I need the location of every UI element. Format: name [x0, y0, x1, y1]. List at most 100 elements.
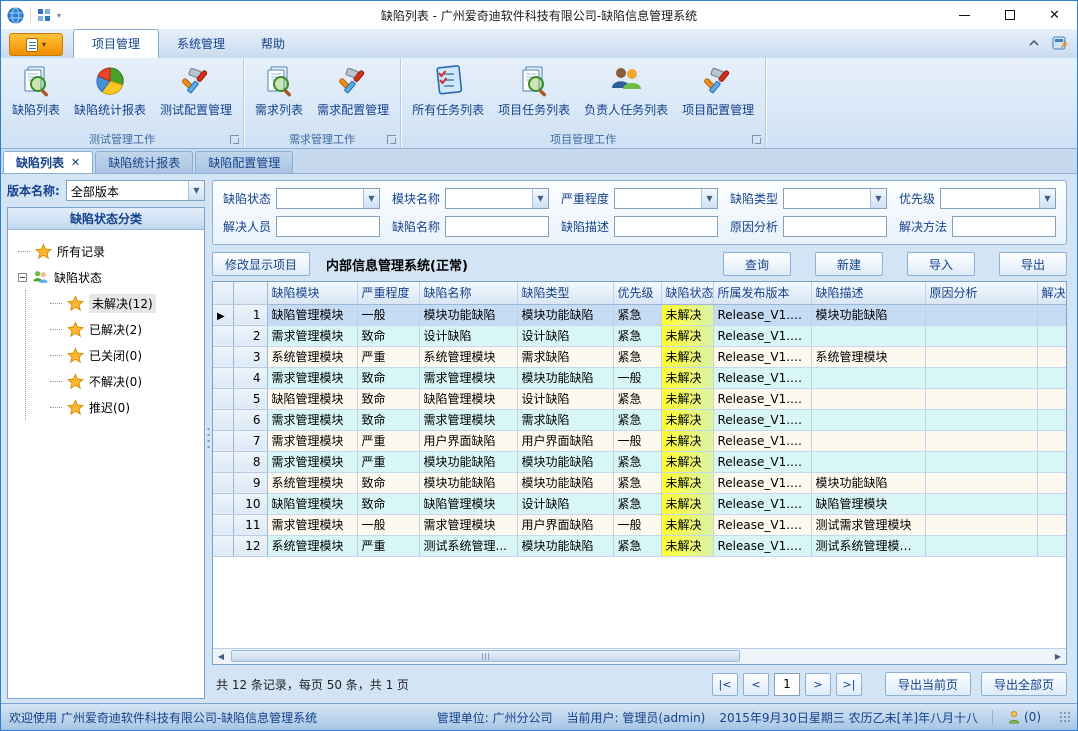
cell-优先级[interactable]: 紧急: [613, 346, 661, 367]
doc-tab-缺陷列表[interactable]: 缺陷列表✕: [3, 151, 93, 173]
cell-缺陷类型[interactable]: 需求缺陷: [517, 409, 613, 430]
ribbon-button-需求配置管理[interactable]: 需求配置管理: [310, 62, 396, 120]
cell-缺陷描述[interactable]: [811, 451, 925, 472]
cell-缺陷模块[interactable]: 缺陷管理模块: [267, 493, 357, 514]
cell-缺陷描述[interactable]: 测试需求管理模块: [811, 514, 925, 535]
export-current-page-button[interactable]: 导出当前页: [885, 672, 971, 696]
cell-解决方法[interactable]: [1037, 325, 1067, 346]
chevron-down-icon[interactable]: ▼: [363, 189, 379, 208]
cell-所属发布版本[interactable]: Release_V1.0.0: [713, 472, 811, 493]
cell-缺陷状态[interactable]: 未解决: [661, 493, 713, 514]
cell-缺陷类型[interactable]: 用户界面缺陷: [517, 514, 613, 535]
cell-缺陷类型[interactable]: 模块功能缺陷: [517, 451, 613, 472]
new-button[interactable]: 新建: [815, 252, 883, 276]
cell-缺陷模块[interactable]: 缺陷管理模块: [267, 388, 357, 409]
cell-缺陷模块[interactable]: 需求管理模块: [267, 514, 357, 535]
collapse-node-icon[interactable]: [18, 273, 27, 282]
tree-item-所有记录[interactable]: 所有记录: [18, 238, 202, 264]
table-row[interactable]: ▶1缺陷管理模块一般模块功能缺陷模块功能缺陷紧急未解决Release_V1.2.…: [213, 304, 1067, 325]
collapse-ribbon-icon[interactable]: [1028, 39, 1040, 47]
ribbon-button-需求列表[interactable]: 需求列表: [248, 62, 310, 120]
maximize-button[interactable]: [987, 2, 1032, 29]
doc-tab-缺陷配置管理[interactable]: 缺陷配置管理: [195, 151, 293, 173]
ribbon-button-项目任务列表[interactable]: 项目任务列表: [491, 62, 577, 120]
cell-解决方法[interactable]: [1037, 430, 1067, 451]
cell-缺陷模块[interactable]: 需求管理模块: [267, 367, 357, 388]
cell-缺陷描述[interactable]: 模块功能缺陷: [811, 472, 925, 493]
cell-缺陷状态[interactable]: 未解决: [661, 430, 713, 451]
row-selector[interactable]: [213, 325, 233, 346]
dialog-launcher-icon[interactable]: [752, 135, 761, 144]
cell-缺陷模块[interactable]: 需求管理模块: [267, 451, 357, 472]
cell-解决方法[interactable]: [1037, 535, 1067, 556]
cell-所属发布版本[interactable]: Release_V1.2.0: [713, 325, 811, 346]
cell-缺陷类型[interactable]: 设计缺陷: [517, 325, 613, 346]
cell-缺陷名称[interactable]: 系统管理模块: [419, 346, 517, 367]
cell-缺陷名称[interactable]: 用户界面缺陷: [419, 430, 517, 451]
cell-解决方法[interactable]: [1037, 346, 1067, 367]
cell-原因分析[interactable]: [925, 514, 1037, 535]
cell-缺陷描述[interactable]: [811, 367, 925, 388]
table-row[interactable]: 4需求管理模块致命需求管理模块模块功能缺陷一般未解决Release_V1.0.0: [213, 367, 1067, 388]
column-header-优先级[interactable]: 优先级: [613, 282, 661, 304]
cell-缺陷模块[interactable]: 系统管理模块: [267, 346, 357, 367]
cell-缺陷模块[interactable]: 系统管理模块: [267, 472, 357, 493]
cell-缺陷名称[interactable]: 缺陷管理模块: [419, 388, 517, 409]
horizontal-scrollbar[interactable]: ◀ ▶: [213, 648, 1066, 664]
cell-缺陷描述[interactable]: 测试系统管理模块...: [811, 535, 925, 556]
column-header-原因分析[interactable]: 原因分析: [925, 282, 1037, 304]
last-page-button[interactable]: >|: [836, 673, 862, 696]
cell-缺陷模块[interactable]: 系统管理模块: [267, 535, 357, 556]
row-selector[interactable]: [213, 430, 233, 451]
cell-优先级[interactable]: 紧急: [613, 472, 661, 493]
cell-原因分析[interactable]: [925, 346, 1037, 367]
cell-严重程度[interactable]: 严重: [357, 535, 419, 556]
column-header-缺陷名称[interactable]: 缺陷名称: [419, 282, 517, 304]
splitter-handle[interactable]: [205, 174, 212, 703]
cell-所属发布版本[interactable]: Release_V1.0.0: [713, 430, 811, 451]
table-row[interactable]: 10缺陷管理模块致命缺陷管理模块设计缺陷紧急未解决Release_V1.0.0缺…: [213, 493, 1067, 514]
cell-缺陷名称[interactable]: 模块功能缺陷: [419, 304, 517, 325]
filter-combobox-优先级[interactable]: ▼: [940, 188, 1056, 209]
cell-缺陷状态[interactable]: 未解决: [661, 367, 713, 388]
ribbon-button-所有任务列表[interactable]: 所有任务列表: [405, 62, 491, 120]
cell-缺陷描述[interactable]: 系统管理模块: [811, 346, 925, 367]
table-row[interactable]: 5缺陷管理模块致命缺陷管理模块设计缺陷紧急未解决Release_V1.0.0: [213, 388, 1067, 409]
query-button[interactable]: 查询: [723, 252, 791, 276]
cell-缺陷描述[interactable]: [811, 325, 925, 346]
cell-缺陷状态[interactable]: 未解决: [661, 514, 713, 535]
cell-缺陷名称[interactable]: 缺陷管理模块: [419, 493, 517, 514]
cell-原因分析[interactable]: [925, 388, 1037, 409]
cell-缺陷名称[interactable]: 需求管理模块: [419, 367, 517, 388]
cell-所属发布版本[interactable]: Release_V1.1.0: [713, 409, 811, 430]
cell-缺陷状态[interactable]: 未解决: [661, 304, 713, 325]
ribbon-button-缺陷统计报表[interactable]: 缺陷统计报表: [67, 62, 153, 120]
tree-item-推迟(0)[interactable]: 推迟(0): [50, 394, 202, 420]
cell-优先级[interactable]: 紧急: [613, 535, 661, 556]
cell-解决方法[interactable]: [1037, 451, 1067, 472]
next-page-button[interactable]: >: [805, 673, 831, 696]
cell-优先级[interactable]: 一般: [613, 430, 661, 451]
filter-combobox-模块名称[interactable]: ▼: [445, 188, 549, 209]
cell-缺陷模块[interactable]: 需求管理模块: [267, 409, 357, 430]
tree-item-已关闭(0)[interactable]: 已关闭(0): [50, 342, 202, 368]
cell-所属发布版本[interactable]: Release_V1.0.0: [713, 493, 811, 514]
ribbon-tab-系统管理[interactable]: 系统管理: [159, 30, 243, 58]
cell-严重程度[interactable]: 致命: [357, 493, 419, 514]
tree-item-未解决(12)[interactable]: 未解决(12): [50, 290, 202, 316]
cell-解决方法[interactable]: [1037, 493, 1067, 514]
cell-缺陷状态[interactable]: 未解决: [661, 535, 713, 556]
ribbon-button-缺陷列表[interactable]: 缺陷列表: [5, 62, 67, 120]
cell-严重程度[interactable]: 致命: [357, 388, 419, 409]
cell-缺陷模块[interactable]: 需求管理模块: [267, 325, 357, 346]
resize-grip-icon[interactable]: [1059, 711, 1071, 723]
cell-缺陷名称[interactable]: 需求管理模块: [419, 409, 517, 430]
cell-严重程度[interactable]: 致命: [357, 367, 419, 388]
cell-优先级[interactable]: 紧急: [613, 493, 661, 514]
filter-input-原因分析[interactable]: [783, 216, 887, 237]
row-selector[interactable]: [213, 346, 233, 367]
row-selector[interactable]: [213, 535, 233, 556]
table-row[interactable]: 3系统管理模块严重系统管理模块需求缺陷紧急未解决Release_V1.2.0系统…: [213, 346, 1067, 367]
cell-缺陷描述[interactable]: 缺陷管理模块: [811, 493, 925, 514]
row-selector[interactable]: ▶: [213, 304, 233, 325]
